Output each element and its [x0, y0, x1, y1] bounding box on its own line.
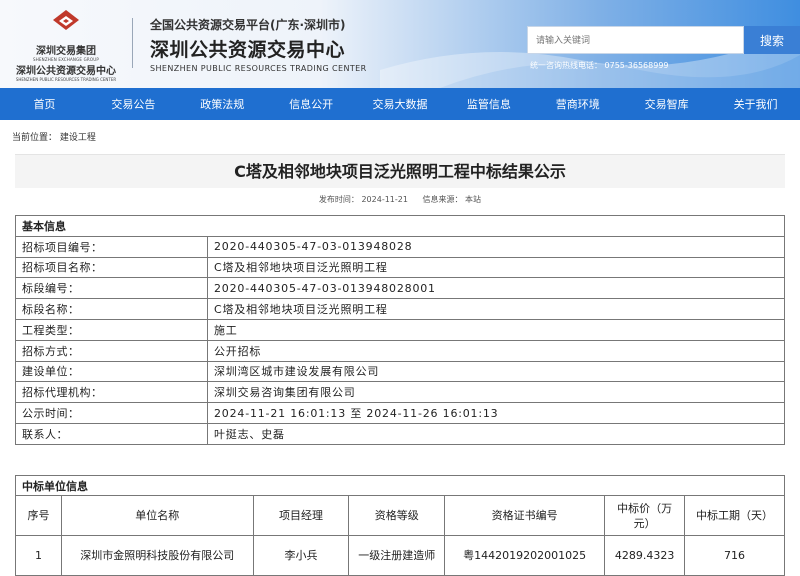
- nav-item-policies[interactable]: 政策法规: [178, 96, 267, 112]
- search-bar: 搜索: [527, 26, 800, 54]
- basic-info-table: 基本信息 招标项目编号： 2020-440305-47-03-013948028 …: [15, 215, 785, 445]
- nav-item-think-tank[interactable]: 交易智库: [622, 96, 711, 112]
- cell-company: 深圳市金照明科技股份有限公司: [60, 535, 254, 576]
- row-label: 标段名称：: [15, 298, 208, 320]
- row-label: 联系人：: [15, 422, 208, 445]
- cell-duration: 716: [684, 535, 785, 576]
- logo-en2: SHENZHEN PUBLIC RESOURCES TRADING CENTER: [15, 77, 117, 82]
- cell-qualification: 一级注册建造师: [348, 535, 446, 576]
- page-title: C塔及相邻地块项目泛光照明工程中标结果公示: [15, 154, 785, 188]
- row-label: 工程类型：: [15, 318, 208, 341]
- nav-item-supervision[interactable]: 监管信息: [444, 96, 533, 112]
- column-header: 资格证书编号: [444, 495, 606, 536]
- row-value: 施工: [207, 318, 785, 341]
- row-value: 公开招标: [207, 339, 785, 362]
- header-title-en: SHENZHEN PUBLIC RESOURCES TRADING CENTER: [150, 64, 367, 73]
- logo-cn: 深圳交易集团: [36, 46, 96, 57]
- site-header: 深圳交易集团 SHENZHEN EXCHANGE GROUP 深圳公共资源交易中…: [0, 0, 800, 88]
- info-source: 信息来源： 本站: [422, 195, 482, 204]
- table-row: 标段编号： 2020-440305-47-03-013948028001: [15, 277, 785, 300]
- row-label: 招标项目名称：: [15, 256, 208, 279]
- header-divider: [132, 18, 133, 68]
- hotline-text: 统一咨询热线电话： 0755-36568999: [530, 61, 669, 70]
- winner-heading: 中标单位信息: [15, 475, 785, 496]
- row-label: 公示时间：: [15, 402, 208, 424]
- table-row: 联系人： 叶挺志、史磊: [15, 422, 785, 445]
- row-label: 招标方式：: [15, 339, 208, 362]
- article-meta: 发布时间： 2024-11-21 信息来源： 本站: [0, 194, 800, 205]
- table-row: 工程类型： 施工: [15, 318, 785, 341]
- nav-item-home[interactable]: 首页: [0, 96, 89, 112]
- cell-certificate: 粤1442019202001025: [444, 535, 606, 576]
- table-row: 招标代理机构： 深圳交易咨询集团有限公司: [15, 381, 785, 404]
- column-header: 中标价（万元）: [604, 495, 686, 536]
- cell-price: 4289.4323: [604, 535, 686, 576]
- nav-item-announcements[interactable]: 交易公告: [89, 96, 178, 112]
- row-value: 深圳湾区城市建设发展有限公司: [207, 360, 785, 383]
- winner-table: 中标单位信息 序号 单位名称 项目经理 资格等级 资格证书编号 中标价（万元） …: [15, 475, 785, 576]
- row-value: 2024-11-21 16:01:13 至 2024-11-26 16:01:1…: [207, 402, 785, 424]
- row-value: 深圳交易咨询集团有限公司: [207, 381, 785, 404]
- row-label: 建设单位：: [15, 360, 208, 383]
- nav-item-big-data[interactable]: 交易大数据: [356, 96, 445, 112]
- nav-item-about[interactable]: 关于我们: [711, 96, 800, 112]
- search-input[interactable]: [527, 26, 744, 54]
- header-title: 深圳公共资源交易中心: [150, 39, 346, 61]
- table-row: 标段名称： C塔及相邻地块项目泛光照明工程: [15, 298, 785, 320]
- header-title-block: 全国公共资源交易平台(广东·深圳市) 深圳公共资源交易中心 SHENZHEN P…: [150, 16, 367, 73]
- logo-cn2: 深圳公共资源交易中心: [16, 66, 116, 77]
- table-header-row: 序号 单位名称 项目经理 资格等级 资格证书编号 中标价（万元） 中标工期（天）: [15, 495, 785, 536]
- column-header: 单位名称: [60, 495, 254, 536]
- row-value: 2020-440305-47-03-013948028001: [207, 277, 785, 300]
- column-header: 资格等级: [348, 495, 446, 536]
- row-value: 2020-440305-47-03-013948028: [207, 235, 785, 258]
- table-row: 公示时间： 2024-11-21 16:01:13 至 2024-11-26 16…: [15, 402, 785, 424]
- row-value: C塔及相邻地块项目泛光照明工程: [207, 298, 785, 320]
- main-nav: 首页 交易公告 政策法规 信息公开 交易大数据 监管信息 营商环境 交易智库 关…: [0, 88, 800, 120]
- row-label: 招标代理机构：: [15, 381, 208, 404]
- table-row: 建设单位： 深圳湾区城市建设发展有限公司: [15, 360, 785, 383]
- column-header: 项目经理: [252, 495, 350, 536]
- row-label: 标段编号：: [15, 277, 208, 300]
- nav-item-disclosure[interactable]: 信息公开: [267, 96, 356, 112]
- column-header: 序号: [15, 495, 62, 536]
- nav-item-business-env[interactable]: 营商环境: [533, 96, 622, 112]
- search-button[interactable]: 搜索: [744, 26, 800, 54]
- cell-index: 1: [15, 535, 62, 576]
- cell-manager: 李小兵: [252, 535, 350, 576]
- row-value: C塔及相邻地块项目泛光照明工程: [207, 256, 785, 279]
- header-subtitle: 全国公共资源交易平台(广东·深圳市): [150, 18, 346, 32]
- table-row: 招标项目编号： 2020-440305-47-03-013948028: [15, 235, 785, 258]
- publish-time: 发布时间： 2024-11-21: [318, 195, 408, 204]
- basic-info-heading: 基本信息: [15, 215, 785, 237]
- table-row: 招标方式： 公开招标: [15, 339, 785, 362]
- site-logo[interactable]: 深圳交易集团 SHENZHEN EXCHANGE GROUP 深圳公共资源交易中…: [10, 8, 122, 82]
- table-row: 招标项目名称： C塔及相邻地块项目泛光照明工程: [15, 256, 785, 279]
- row-label: 招标项目编号：: [15, 235, 208, 258]
- breadcrumb: 当前位置： 建设工程: [0, 120, 800, 148]
- table-row: 1 深圳市金照明科技股份有限公司 李小兵 一级注册建造师 粤1442019202…: [15, 535, 785, 576]
- row-value: 叶挺志、史磊: [207, 422, 785, 445]
- logo-icon: [53, 10, 79, 30]
- column-header: 中标工期（天）: [684, 495, 785, 536]
